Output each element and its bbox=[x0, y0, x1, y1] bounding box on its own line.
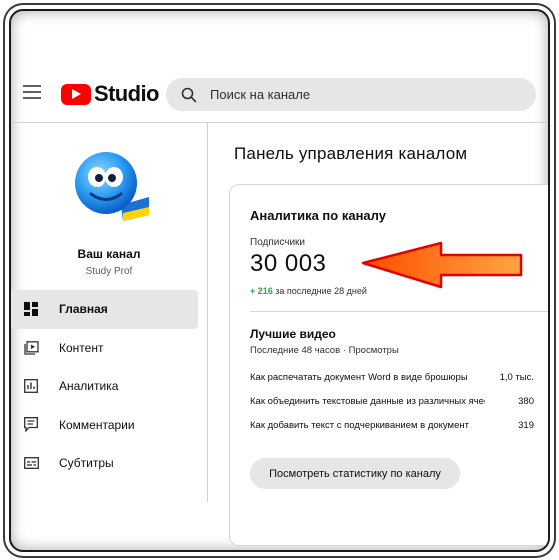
list-item[interactable]: Как объединить текстовые данные из разли… bbox=[250, 396, 534, 407]
search-input[interactable]: Поиск на канале bbox=[166, 78, 536, 111]
search-placeholder: Поиск на канале bbox=[210, 87, 311, 102]
subtitles-icon bbox=[23, 455, 39, 471]
sidebar-item-subtitles[interactable]: Субтитры bbox=[11, 444, 207, 483]
brand-text: Studio bbox=[94, 81, 159, 106]
channel-avatar[interactable] bbox=[69, 147, 151, 229]
video-title: Как объединить текстовые данные из разли… bbox=[250, 396, 485, 407]
sidebar-item-label: Субтитры bbox=[59, 456, 114, 471]
delta-value: + 216 bbox=[250, 286, 273, 296]
subscribers-count: 30 003 bbox=[250, 250, 327, 277]
comments-icon bbox=[23, 417, 39, 433]
sidebar-divider bbox=[207, 122, 208, 502]
video-title: Как распечатать документ Word в виде бро… bbox=[250, 372, 468, 383]
header-divider bbox=[11, 122, 548, 123]
hamburger-menu-icon[interactable] bbox=[23, 85, 41, 99]
youtube-studio-logo[interactable]: Studio bbox=[61, 81, 159, 107]
top-videos-subtitle: Последние 48 часов · Просмотры bbox=[250, 345, 399, 356]
sidebar-item-label: Контент bbox=[59, 340, 104, 355]
sidebar-item-analytics[interactable]: Аналитика bbox=[11, 367, 207, 406]
video-title: Как добавить текст с подчеркиванием в до… bbox=[250, 420, 469, 431]
screenshot-frame: Studio Поиск на канале Ваш канал Study P… bbox=[9, 9, 550, 552]
sidebar-item-dashboard[interactable]: Главная bbox=[11, 290, 198, 329]
card-divider bbox=[250, 311, 548, 312]
video-views: 1,0 тыс. bbox=[499, 372, 534, 383]
search-icon bbox=[181, 87, 197, 102]
analytics-icon bbox=[23, 378, 39, 394]
list-item[interactable]: Как распечатать документ Word в виде бро… bbox=[250, 372, 534, 383]
channel-handle: Study Prof bbox=[85, 266, 133, 277]
top-videos-title: Лучшие видео bbox=[250, 327, 336, 341]
sidebar-item-content[interactable]: Контент bbox=[11, 329, 207, 368]
list-item[interactable]: Как добавить текст с подчеркиванием в до… bbox=[250, 420, 534, 431]
channel-analytics-card: Аналитика по каналу Подписчики 30 003 + … bbox=[229, 184, 548, 546]
delta-period: за последние 28 дней bbox=[275, 286, 367, 296]
page-title: Панель управления каналом bbox=[234, 144, 468, 163]
subscribers-delta: + 216 за последние 28 дней bbox=[250, 286, 367, 296]
video-views: 380 bbox=[518, 396, 534, 407]
card-title: Аналитика по каналу bbox=[250, 208, 386, 223]
youtube-play-icon bbox=[61, 83, 91, 105]
sidebar-item-label: Главная bbox=[59, 302, 108, 317]
dashboard-icon bbox=[23, 301, 39, 317]
view-channel-stats-button[interactable]: Посмотреть статистику по каналу bbox=[250, 458, 460, 489]
subscribers-label: Подписчики bbox=[250, 237, 306, 248]
sidebar-nav: Главная Контент Аналитика Комментарии Су… bbox=[11, 290, 207, 483]
channel-name: Ваш канал bbox=[77, 247, 141, 261]
content-icon bbox=[23, 340, 39, 356]
sidebar-item-label: Комментарии bbox=[59, 417, 135, 432]
sidebar-item-comments[interactable]: Комментарии bbox=[11, 406, 207, 445]
video-views: 319 bbox=[518, 420, 534, 431]
sidebar-item-label: Аналитика bbox=[59, 379, 119, 394]
